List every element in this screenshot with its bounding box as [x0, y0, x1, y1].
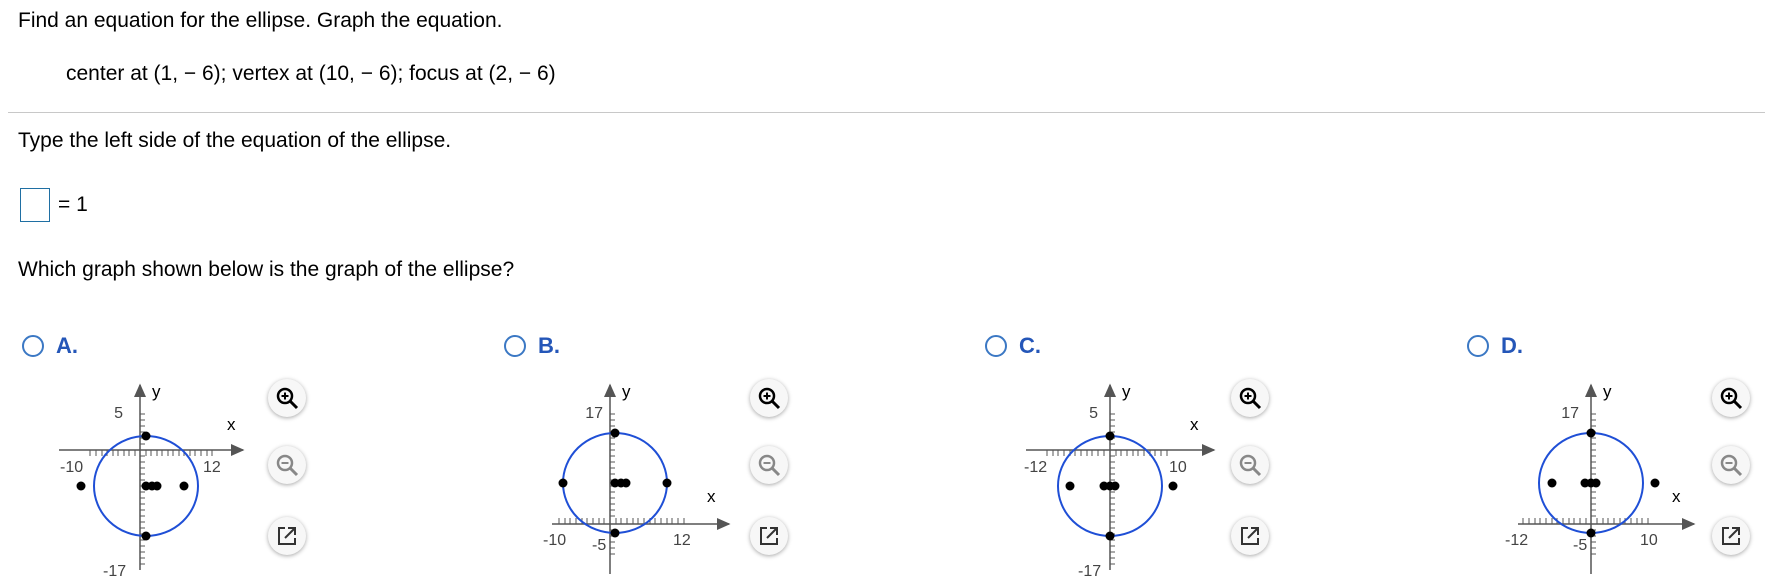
option-b[interactable]: B. — [504, 333, 560, 359]
graph-a: y x 5 -10 12 -17 — [59, 382, 245, 579]
tick-label: 12 — [203, 459, 221, 476]
zoom-in-button[interactable] — [1231, 379, 1269, 417]
popout-button[interactable] — [1231, 517, 1269, 555]
zoom-in-icon — [758, 387, 781, 410]
zoom-out-icon — [1239, 454, 1262, 477]
option-c[interactable]: C. — [985, 333, 1041, 359]
tick-label: -5 — [592, 537, 606, 554]
x-axis-label: x — [1190, 415, 1199, 434]
tick-label: -10 — [543, 532, 566, 549]
tick-label: 17 — [585, 405, 603, 422]
popout-button[interactable] — [750, 517, 788, 555]
tick-label: -5 — [1573, 537, 1587, 554]
tick-label: 10 — [1169, 459, 1187, 476]
option-letter: B. — [538, 333, 560, 358]
popout-icon — [278, 527, 296, 545]
problem-prompt: Find an equation for the ellipse. Graph … — [18, 9, 503, 32]
zoom-in-button[interactable] — [1712, 379, 1750, 417]
tick-label: -17 — [1078, 563, 1101, 579]
zoom-in-button[interactable] — [750, 379, 788, 417]
x-axis-label: x — [707, 487, 716, 506]
zoom-out-icon — [276, 454, 299, 477]
answer-input[interactable] — [20, 188, 50, 222]
tick-label: -17 — [103, 563, 126, 579]
zoom-in-icon — [1720, 387, 1743, 410]
zoom-out-icon — [758, 454, 781, 477]
option-a[interactable]: A. — [22, 333, 78, 359]
y-axis-label: y — [622, 382, 631, 401]
tick-label: 10 — [1640, 532, 1658, 549]
zoom-out-icon — [1720, 454, 1743, 477]
instruction-text: Type the left side of the equation of th… — [18, 129, 452, 152]
y-axis-label: y — [1603, 382, 1612, 401]
zoom-in-icon — [1239, 387, 1262, 410]
x-axis-label: x — [227, 415, 236, 434]
tick-label: -12 — [1505, 532, 1528, 549]
graph-b: y x 17 -10 12 -5 — [543, 382, 731, 574]
option-d[interactable]: D. — [1467, 333, 1523, 359]
radio-button[interactable] — [1467, 335, 1489, 357]
zoom-out-button[interactable] — [268, 446, 306, 484]
graph-question: Which graph shown below is the graph of … — [18, 258, 515, 281]
y-axis-label: y — [1122, 382, 1131, 401]
tick-label: 5 — [1089, 405, 1098, 422]
tick-label: 12 — [673, 532, 691, 549]
tick-label: -12 — [1024, 459, 1047, 476]
given-info: center at (1, − 6); vertex at (10, − 6);… — [66, 62, 556, 85]
popout-button[interactable] — [268, 517, 306, 555]
equation-row: = 1 — [20, 188, 88, 222]
zoom-out-button[interactable] — [750, 446, 788, 484]
graph-c: y x 5 -12 10 -17 — [1024, 382, 1216, 579]
divider — [8, 112, 1765, 113]
tick-label: 5 — [114, 405, 123, 422]
zoom-out-button[interactable] — [1231, 446, 1269, 484]
radio-button[interactable] — [22, 335, 44, 357]
zoom-in-button[interactable] — [268, 379, 306, 417]
zoom-in-icon — [276, 387, 299, 410]
equals-one: = 1 — [58, 193, 88, 216]
zoom-out-button[interactable] — [1712, 446, 1750, 484]
radio-button[interactable] — [985, 335, 1007, 357]
graph-d: y x 17 -12 10 -5 — [1505, 382, 1696, 574]
option-letter: D. — [1501, 333, 1523, 358]
popout-icon — [760, 527, 778, 545]
option-letter: A. — [56, 333, 78, 358]
tick-label: 17 — [1561, 405, 1579, 422]
popout-icon — [1241, 527, 1259, 545]
tick-label: -10 — [60, 459, 83, 476]
popout-button[interactable] — [1712, 517, 1750, 555]
radio-button[interactable] — [504, 335, 526, 357]
option-letter: C. — [1019, 333, 1041, 358]
y-axis-label: y — [152, 382, 161, 401]
popout-icon — [1722, 527, 1740, 545]
x-axis-label: x — [1672, 487, 1681, 506]
